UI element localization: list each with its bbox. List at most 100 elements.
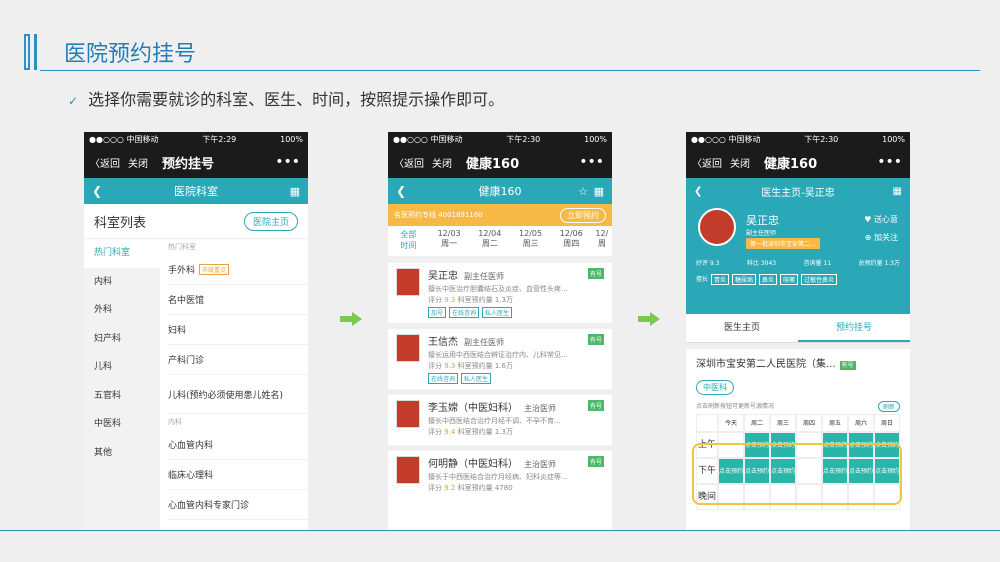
doctor-card[interactable]: 有号 李玉嫦（中医妇科） 主治医师 擅长中西医结合治疗月经不调、不孕不育... 评… [388,389,612,445]
dept-item[interactable]: 儿科(预约必须使用患儿姓名) [168,375,308,414]
teal-title: 医生主页-吴正忠 [761,187,835,199]
carrier: ●●○○○ 中国移动 [691,134,761,144]
specialty-tags: 擅长 胃炎 糖尿病 鼻炎 咳嗽 过敏性鼻炎 [696,274,838,285]
date-tab[interactable]: 12/周 [592,226,612,256]
title-underline [40,70,980,71]
doctor-institution: 第一批深圳市宝安第二... [746,238,820,249]
chevron-left-icon[interactable]: ❮ [396,184,406,198]
nav-title: 预约挂号 [162,156,215,172]
hospital-name: 深圳市宝安第二人民医院（集... [696,359,836,370]
dept-item[interactable]: 产科门诊 [168,345,308,375]
doctor-name: 何明静（中医妇科） [428,459,518,470]
phone-screenshot-1: ●●○○○ 中国移动 下午2:29 100% 〈返回 关闭 预约挂号 ••• ❮… [84,132,308,530]
section-label: 热门科室 [168,243,196,251]
back-button[interactable]: 〈返回 [90,155,120,170]
date-tab[interactable]: 12/06 周四 [551,226,592,256]
doctor-avatar [396,334,420,362]
dept-item[interactable]: 名中医馆 [168,285,308,315]
dept-item[interactable]: 手外科 市级重点 [168,255,308,285]
title-decoration [24,34,30,70]
refresh-button[interactable]: 刷新 [877,401,900,412]
availability-badge: 有号 [587,334,604,345]
date-tab[interactable]: 12/03 周一 [429,226,470,256]
availability-badge: 有号 [587,400,604,411]
category-item[interactable]: 儿科 [84,353,160,382]
list-header: 科室列表 医院主页 [84,204,308,239]
phone-screenshot-2: ●●○○○ 中国移动 下午2:30 100% 〈返回 关闭 健康160 ••• … [388,132,612,530]
date-tab[interactable]: 全部 时间 [388,226,429,256]
doctor-card[interactable]: 有号 吴正忠 副主任医师 擅长中医治疗胆囊结石及炎症、血管性头疼... 评分 9.… [388,257,612,323]
date-tab[interactable]: 12/05 周三 [510,226,551,256]
carrier: ●●○○○ 中国移动 [89,134,159,144]
nav-bar: 〈返回 关闭 预约挂号 ••• [84,146,308,178]
doctor-desc: 擅长运用中西医结合辨证治疗内、儿科常见... [428,351,568,359]
doctor-desc: 擅长中医治疗胆囊结石及炎症、血管性头疼... [428,285,568,293]
hospital-home-button[interactable]: 医院主页 [243,211,298,231]
slide-title: 医院预约挂号 [64,42,197,67]
book-now-button[interactable]: 立即预约 [560,207,606,223]
status-bar: ●●○○○ 中国移动 下午2:30 100% [388,132,612,146]
doctor-desc: 擅长于中西医结合治疗月经病、妇科炎症等... [428,473,568,481]
title-decoration-bar [34,34,37,70]
doctor-card[interactable]: 有号 王信杰 副主任医师 擅长运用中西医结合辨证治疗内、儿科常见... 评分 9.… [388,323,612,389]
nav-bar: 〈返回 关闭 健康160 ••• [686,146,910,178]
carrier: ●●○○○ 中国移动 [393,134,463,144]
close-button[interactable]: 关闭 [730,155,750,170]
doctor-profile-header: ❮ 医生主页-吴正忠 ▦ 吴正忠 副主任医师 第一批深圳市宝安第二... ♥ 送心意… [686,178,910,314]
doctor-avatar [396,400,420,428]
category-item[interactable]: 五官科 [84,382,160,411]
category-item[interactable]: 内科 [84,268,160,297]
more-menu-icon[interactable]: ••• [275,154,300,170]
hotline-banner: 名医预约专线 4001891160 立即预约 [388,204,612,226]
grid-icon[interactable]: ▦ [594,185,604,198]
follow-button[interactable]: ⊕ 加关注 [865,232,898,243]
category-item[interactable]: 妇产科 [84,325,160,354]
chevron-left-icon[interactable]: ❮ [92,184,102,198]
dept-label: 手外科 [168,266,196,276]
list-title: 科室列表 [94,215,147,231]
battery: 100% [584,134,607,144]
tab-booking[interactable]: 预约挂号 [798,314,910,342]
hospital-row[interactable]: 深圳市宝安第二人民医院（集... 有号 [686,343,910,376]
doctor-title: 副主任医师 [746,230,777,237]
close-button[interactable]: 关闭 [432,155,452,170]
service-tag: 在线咨询 [449,307,480,318]
doctor-avatar [396,456,420,484]
dept-item[interactable]: 心血管内科专家门诊 [168,490,308,520]
date-tabs: 全部 时间 12/03 周一 12/04 周二 12/05 周三 12/06 周四 12/… [388,226,612,257]
dept-item[interactable]: 临床心理科 [168,460,308,490]
arrow-right-icon [340,312,362,326]
more-menu-icon[interactable]: ••• [877,154,902,170]
close-button[interactable]: 关闭 [128,155,148,170]
dept-item[interactable]: 心血管内科 [168,430,308,460]
doctor-title: 主治医师 [524,404,556,413]
grid-icon[interactable]: ▦ [290,185,300,198]
category-item[interactable]: 外科 [84,296,160,325]
grid-icon[interactable]: ▦ [893,186,902,197]
teal-header: ❮ 健康160 ☆ ▦ [388,178,612,204]
date-tab[interactable]: 12/04 周二 [469,226,510,256]
more-menu-icon[interactable]: ••• [579,154,604,170]
tab-doctor-home[interactable]: 医生主页 [686,314,798,342]
doctor-desc: 擅长中西医结合治疗月经不调、不孕不育... [428,417,561,425]
back-button[interactable]: 〈返回 [692,155,722,170]
availability-badge: 有号 [587,268,604,279]
department-tag[interactable]: 中医科 [696,380,734,395]
category-item[interactable]: 其他 [84,439,160,468]
availability-badge: 有号 [587,456,604,467]
nav-title: 健康160 [764,156,818,172]
category-item[interactable]: 热门科室 [84,239,160,268]
chevron-left-icon[interactable]: ❮ [694,186,702,197]
hotline-text: 名医预约专线 4001891160 [394,211,483,219]
service-tag: 加号 [428,307,447,318]
teal-header: ❮ 医院科室 ▦ [84,178,308,204]
send-gratitude-button[interactable]: ♥ 送心意 [864,214,898,225]
star-icon[interactable]: ☆ [578,185,588,198]
dept-badge: 市级重点 [199,264,230,275]
category-item[interactable]: 中医科 [84,410,160,439]
back-button[interactable]: 〈返回 [394,155,424,170]
dept-item[interactable]: 妇科 [168,315,308,345]
dept-category-list: 热门科室 内科 外科 妇产科 儿科 五官科 中医科 其他 [84,239,160,530]
doctor-card[interactable]: 有号 何明静（中医妇科） 主治医师 擅长于中西医结合治疗月经病、妇科炎症等... … [388,445,612,501]
clock: 下午2:30 [804,134,839,144]
